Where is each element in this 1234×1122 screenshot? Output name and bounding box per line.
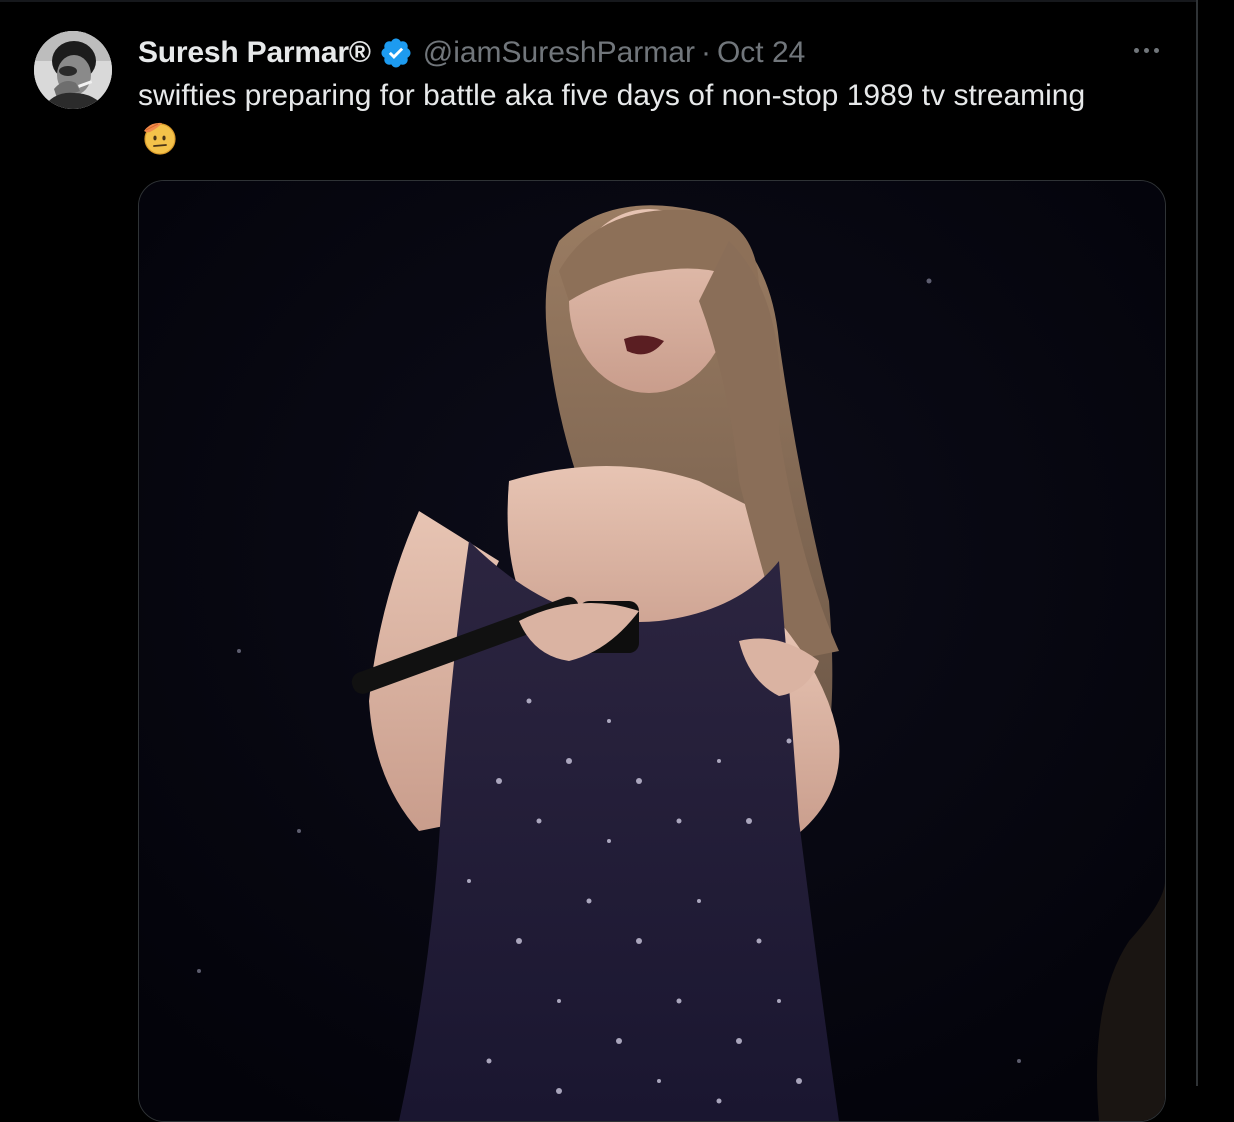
tweet-header: Suresh Parmar® @iamSureshParmar · Oct 24 (138, 33, 805, 73)
tweet[interactable]: Suresh Parmar® @iamSureshParmar · Oct 24… (0, 0, 1196, 1122)
author-handle[interactable]: @iamSureshParmar (423, 36, 695, 70)
avatar-photo-icon (34, 31, 112, 109)
verified-badge-icon[interactable] (379, 36, 413, 70)
tweet-date[interactable]: Oct 24 (717, 36, 805, 70)
media-image (139, 181, 1165, 1121)
saluting-face-emoji-icon (144, 122, 176, 155)
more-options-icon[interactable] (1126, 38, 1166, 62)
author-avatar[interactable] (34, 31, 112, 109)
tweet-media-gif[interactable] (138, 180, 1166, 1122)
column-divider (1196, 0, 1198, 1086)
author-display-name[interactable]: Suresh Parmar® (138, 36, 371, 70)
tweet-text: swifties preparing for battle aka five d… (138, 79, 1086, 112)
header-separator: · (700, 36, 711, 69)
